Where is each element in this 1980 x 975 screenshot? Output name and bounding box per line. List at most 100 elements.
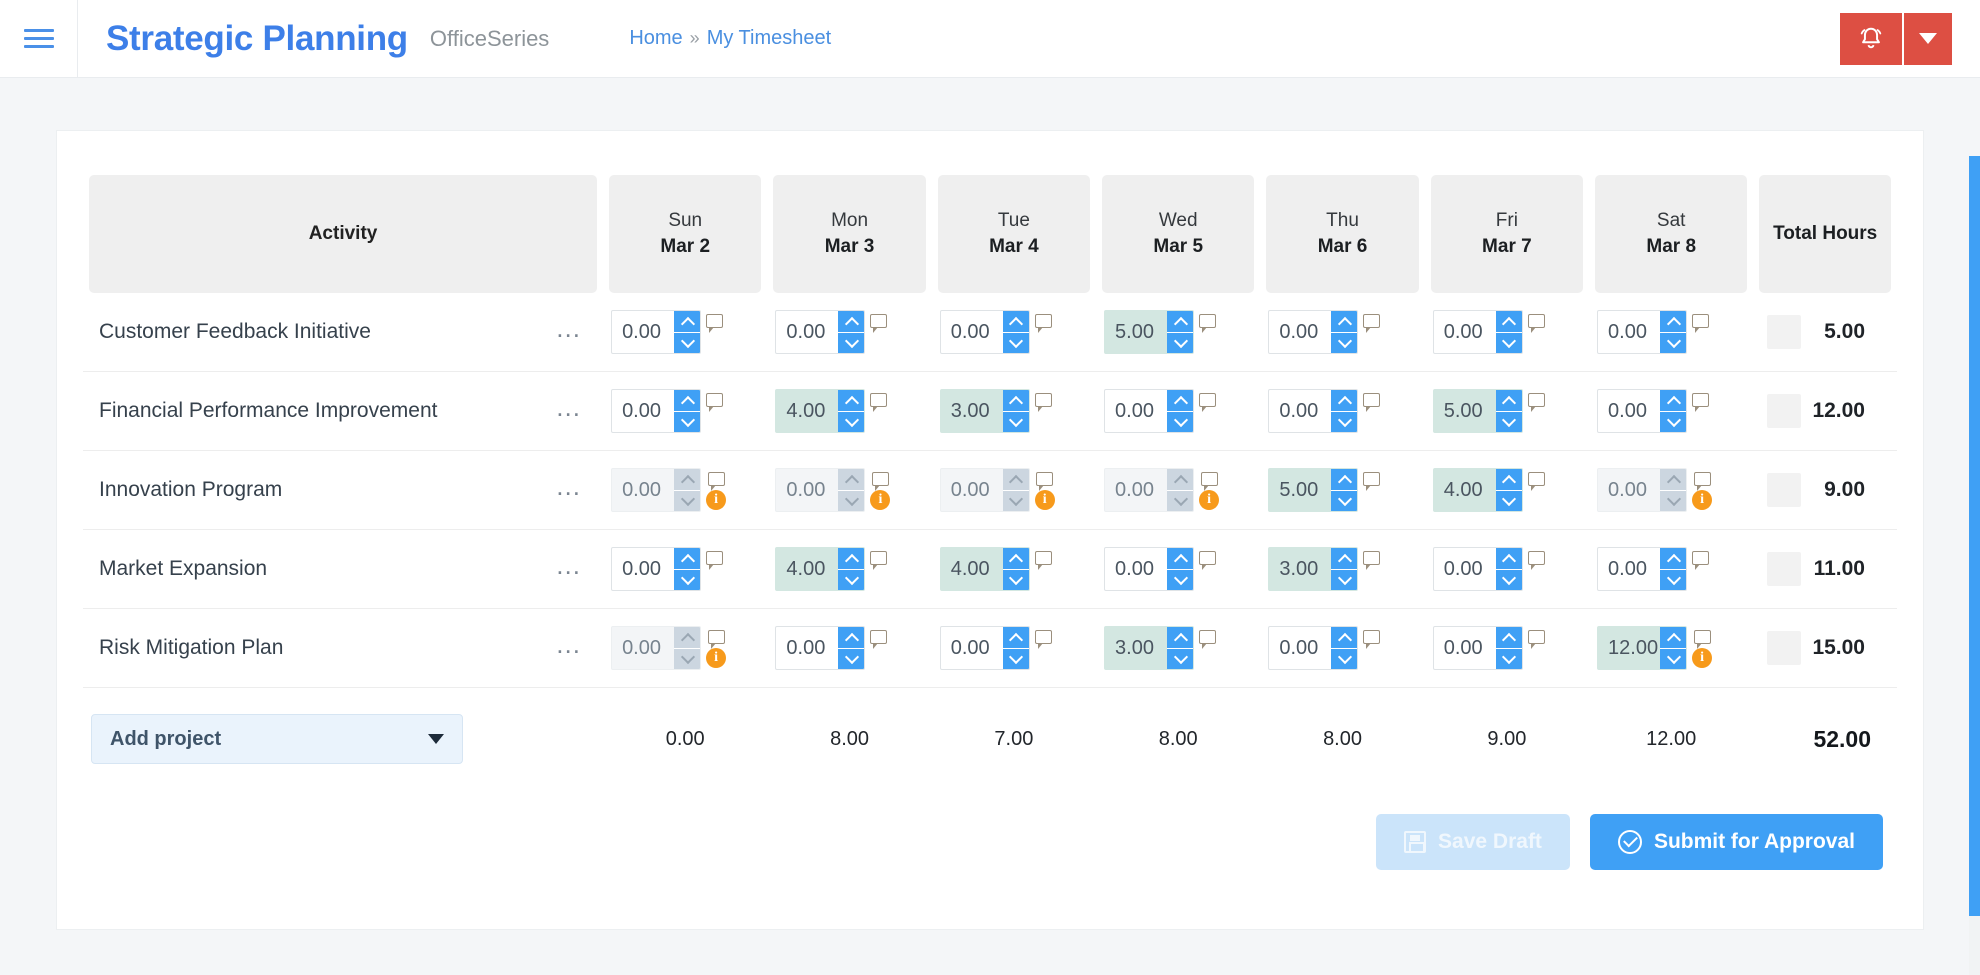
stepper-up-button[interactable]	[1167, 627, 1194, 649]
stepper[interactable]	[838, 548, 865, 590]
comment-icon[interactable]	[1034, 551, 1052, 570]
hours-input[interactable]: 5.00	[1432, 389, 1523, 433]
info-icon[interactable]: i	[1692, 648, 1713, 668]
hours-input[interactable]: 4.00	[939, 547, 1030, 591]
stepper[interactable]	[674, 311, 701, 353]
delete-row-button[interactable]	[1767, 552, 1802, 586]
comment-icon[interactable]	[870, 630, 888, 649]
stepper-down-button[interactable]	[1167, 569, 1194, 590]
page-scrollbar[interactable]	[1969, 156, 1980, 975]
notifications-dropdown-button[interactable]	[1904, 12, 1952, 65]
comment-icon[interactable]	[706, 393, 724, 412]
stepper-down-button[interactable]	[1002, 332, 1029, 353]
stepper-up-button[interactable]	[1495, 390, 1522, 412]
submit-for-approval-button[interactable]: Submit for Approval	[1589, 814, 1883, 870]
stepper-up-button[interactable]	[1495, 311, 1522, 333]
stepper-down-button[interactable]	[1495, 332, 1522, 353]
comment-icon[interactable]	[870, 393, 888, 412]
stepper-up-button[interactable]	[1495, 548, 1522, 570]
comment-icon[interactable]	[706, 314, 724, 333]
comment-icon[interactable]	[1693, 472, 1711, 491]
hours-input[interactable]: 0.00	[1268, 626, 1359, 670]
stepper[interactable]	[838, 311, 865, 353]
hours-input[interactable]: 0.00	[1104, 389, 1195, 433]
stepper-up-button[interactable]	[1002, 548, 1029, 570]
delete-row-button[interactable]	[1767, 315, 1802, 349]
hamburger-menu-button[interactable]	[0, 0, 78, 77]
hours-input[interactable]: 12.00	[1597, 626, 1688, 670]
stepper[interactable]	[1660, 311, 1687, 353]
comment-icon[interactable]	[1527, 630, 1545, 649]
comment-icon[interactable]	[1363, 314, 1381, 333]
info-icon[interactable]: i	[1199, 490, 1220, 510]
hours-input[interactable]: 0.00	[611, 547, 702, 591]
stepper[interactable]	[1495, 627, 1522, 669]
stepper-down-button[interactable]	[674, 332, 701, 353]
comment-icon[interactable]	[1199, 393, 1217, 412]
hours-input[interactable]: 3.00	[939, 389, 1030, 433]
stepper-down-button[interactable]	[1660, 332, 1687, 353]
stepper-up-button[interactable]	[1331, 311, 1358, 333]
stepper[interactable]	[1167, 311, 1194, 353]
comment-icon[interactable]	[871, 472, 889, 491]
hours-input[interactable]: 0.00	[1104, 547, 1195, 591]
comment-icon[interactable]	[1034, 314, 1052, 333]
comment-icon[interactable]	[1692, 551, 1710, 570]
stepper-up-button[interactable]	[838, 627, 865, 649]
stepper-up-button[interactable]	[1167, 311, 1194, 333]
comment-icon[interactable]	[1527, 314, 1545, 333]
stepper-up-button[interactable]	[1495, 627, 1522, 649]
stepper-down-button[interactable]	[838, 648, 865, 669]
stepper-down-button[interactable]	[1331, 332, 1358, 353]
row-menu-button[interactable]: …	[555, 552, 583, 586]
info-icon[interactable]: i	[1692, 490, 1713, 510]
stepper-up-button[interactable]	[838, 311, 865, 333]
stepper-down-button[interactable]	[838, 569, 865, 590]
comment-icon[interactable]	[706, 551, 724, 570]
stepper-up-button[interactable]	[1331, 390, 1358, 412]
comment-icon[interactable]	[1034, 393, 1052, 412]
stepper[interactable]	[1331, 469, 1358, 511]
stepper[interactable]	[1660, 627, 1687, 669]
hours-input[interactable]: 0.00	[1268, 310, 1359, 354]
info-icon[interactable]: i	[1034, 490, 1055, 510]
hours-input[interactable]: 3.00	[1104, 626, 1195, 670]
stepper[interactable]	[1495, 311, 1522, 353]
comment-icon[interactable]	[1199, 314, 1217, 333]
stepper[interactable]	[1002, 390, 1029, 432]
stepper[interactable]	[1167, 390, 1194, 432]
stepper-up-button[interactable]	[1002, 390, 1029, 412]
hours-input[interactable]: 0.00	[939, 626, 1030, 670]
stepper-down-button[interactable]	[1495, 569, 1522, 590]
stepper[interactable]	[1495, 390, 1522, 432]
stepper[interactable]	[1002, 548, 1029, 590]
stepper-down-button[interactable]	[1331, 648, 1358, 669]
stepper-up-button[interactable]	[838, 390, 865, 412]
stepper-down-button[interactable]	[1495, 411, 1522, 432]
hours-input[interactable]: 0.00	[775, 310, 866, 354]
stepper-up-button[interactable]	[674, 548, 701, 570]
stepper-down-button[interactable]	[1331, 569, 1358, 590]
stepper[interactable]	[1495, 548, 1522, 590]
stepper[interactable]	[838, 627, 865, 669]
comment-icon[interactable]	[1363, 393, 1381, 412]
stepper-up-button[interactable]	[674, 311, 701, 333]
stepper[interactable]	[1495, 469, 1522, 511]
stepper-up-button[interactable]	[1660, 627, 1687, 649]
info-icon[interactable]: i	[870, 490, 891, 510]
stepper[interactable]	[1167, 627, 1194, 669]
stepper[interactable]	[1660, 390, 1687, 432]
hours-input[interactable]: 4.00	[775, 389, 866, 433]
stepper-down-button[interactable]	[1002, 648, 1029, 669]
stepper-up-button[interactable]	[1660, 311, 1687, 333]
stepper-down-button[interactable]	[1660, 569, 1687, 590]
stepper-down-button[interactable]	[1660, 411, 1687, 432]
stepper-down-button[interactable]	[1167, 648, 1194, 669]
stepper-up-button[interactable]	[1331, 469, 1358, 491]
stepper[interactable]	[1331, 390, 1358, 432]
hours-input[interactable]: 0.00	[939, 310, 1030, 354]
comment-icon[interactable]	[1034, 630, 1052, 649]
stepper-down-button[interactable]	[838, 411, 865, 432]
hours-input[interactable]: 0.00	[1432, 626, 1523, 670]
stepper-up-button[interactable]	[1167, 390, 1194, 412]
